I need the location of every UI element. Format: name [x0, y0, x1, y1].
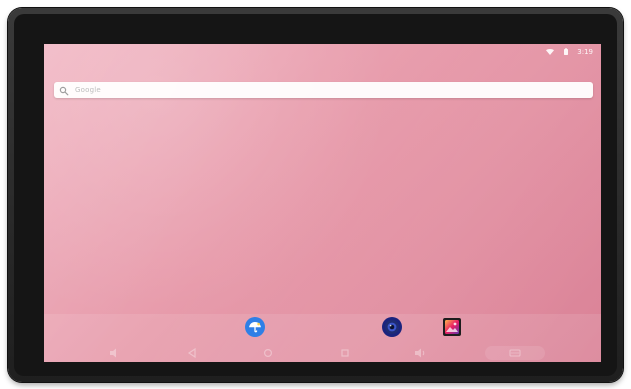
search-icon	[59, 81, 69, 100]
status-time: 3:19	[577, 48, 593, 56]
status-bar: 3:19	[44, 44, 601, 60]
navigation-bar	[44, 344, 601, 362]
search-placeholder: Google	[75, 86, 101, 94]
battery-icon	[561, 48, 571, 56]
volume-down-icon[interactable]	[104, 346, 128, 360]
back-button-icon[interactable]	[180, 346, 204, 360]
app-dock	[44, 314, 601, 362]
camera-lens-icon	[385, 320, 399, 334]
recents-button-icon[interactable]	[333, 346, 357, 360]
google-search-bar[interactable]: Google	[54, 82, 593, 98]
screenshot-button-icon[interactable]	[484, 346, 545, 360]
weather-app-icon[interactable]	[245, 317, 265, 337]
home-circle-icon	[264, 348, 273, 358]
camera-app-icon[interactable]	[382, 317, 402, 337]
volume-down-icon-svg	[110, 348, 116, 358]
volume-up-icon[interactable]	[409, 346, 433, 360]
gallery-image-icon	[445, 320, 459, 334]
battery-icon-svg	[564, 48, 569, 55]
home-button-icon[interactable]	[256, 346, 280, 360]
page: 3:19 Google	[0, 0, 631, 389]
volume-up-icon-svg	[414, 348, 425, 358]
screenshot-icon	[509, 349, 521, 357]
back-triangle-icon	[188, 347, 196, 359]
tablet-device: 3:19 Google	[8, 8, 623, 382]
umbrella-icon	[249, 322, 261, 333]
gallery-app-icon[interactable]	[443, 318, 461, 336]
wifi-icon	[545, 48, 555, 56]
wifi-icon-svg	[546, 49, 555, 55]
search-icon-svg	[59, 86, 69, 95]
home-screen: 3:19 Google	[44, 44, 601, 362]
recents-square-icon	[340, 349, 349, 357]
